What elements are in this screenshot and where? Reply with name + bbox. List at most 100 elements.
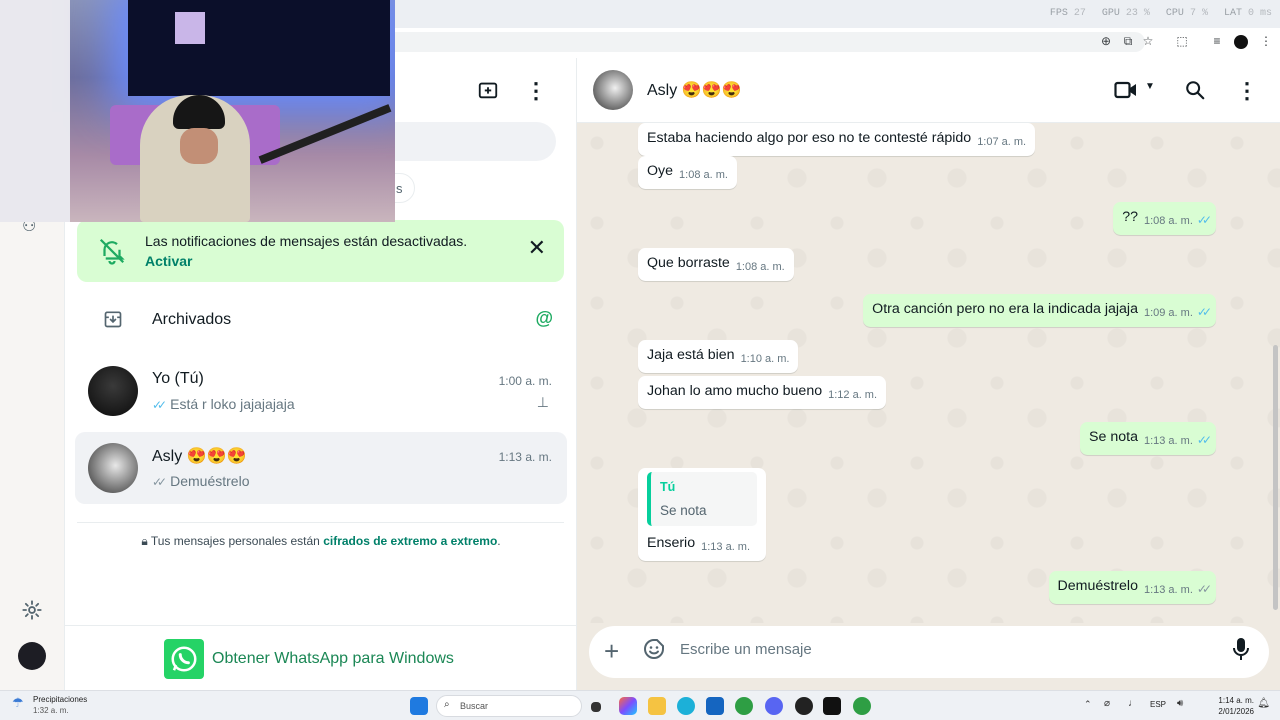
weather-widget[interactable]: ☂ Precipitaciones 1:32 a. m. <box>12 694 87 716</box>
close-icon[interactable]: ✕ <box>528 235 546 261</box>
message-time: 1:08 a. m. <box>1143 215 1193 227</box>
message-incoming[interactable]: Estaba haciendo algo por eso no te conte… <box>638 123 1036 156</box>
tiktok-icon[interactable] <box>823 697 841 715</box>
obs-icon[interactable] <box>795 697 813 715</box>
message-incoming[interactable]: Oye 1:08 a. m. <box>638 156 737 189</box>
taskbar-search[interactable]: ⌕ Buscar <box>436 695 582 717</box>
language-indicator[interactable]: ESP <box>1150 700 1166 709</box>
message-incoming-reply[interactable]: Tú Se nota Enserio 1:13 a. m. <box>638 468 766 561</box>
store-icon[interactable] <box>706 697 724 715</box>
reading-list-icon[interactable]: ≡ <box>1209 34 1225 48</box>
mic-tray-icon[interactable]: ♩ <box>1128 698 1138 709</box>
file-explorer-icon[interactable] <box>648 697 666 715</box>
clock[interactable]: 1:14 a. m. 2/01/2026 <box>1218 695 1254 717</box>
message-outgoing[interactable]: ?? 1:08 a. m. ✓✓ <box>1113 202 1216 235</box>
pin-icon: ⊥ <box>536 394 549 410</box>
weather-icon: ☂ <box>12 695 24 710</box>
weather-title: Precipitaciones <box>33 695 88 704</box>
message-outgoing[interactable]: Otra canción pero no era la indicada jaj… <box>863 294 1216 327</box>
read-ticks-icon: ✓✓ <box>1196 213 1212 227</box>
encryption-link[interactable]: cifrados de extremo a extremo <box>323 534 497 548</box>
fps-label: FPS <box>1049 8 1068 19</box>
chat-preview: Demuéstrelo <box>170 473 250 489</box>
chat-preview: Está r loko jajajajaja <box>170 396 295 412</box>
filter-chip-label: s <box>396 181 403 196</box>
new-chat-icon[interactable] <box>476 78 500 102</box>
chat-name: Asly 😍😍😍 <box>152 448 247 465</box>
encryption-text: Tus mensajes personales están <box>150 534 320 548</box>
archived-row[interactable]: Archivados @ <box>75 292 567 348</box>
message-outgoing[interactable]: Demuéstrelo 1:13 a. m. ✓✓ <box>1048 571 1216 604</box>
message-time: 1:13 a. m. <box>1143 584 1193 596</box>
message-text: Oye <box>647 163 674 179</box>
get-app-banner[interactable]: Obtener WhatsApp para Windows <box>65 625 577 690</box>
avatar <box>88 443 138 493</box>
task-view-icon[interactable] <box>591 702 601 712</box>
weather-time: 1:32 a. m. <box>33 706 69 715</box>
performance-overlay: FPS 27 GPU 23 % CPU 7 % LAT 0 ms <box>1050 8 1272 19</box>
copilot-icon[interactable] <box>619 697 637 715</box>
chat-time: 1:13 a. m. <box>498 450 552 464</box>
edge-icon[interactable] <box>677 697 695 715</box>
contact-name[interactable]: Asly 😍😍😍 <box>647 80 741 100</box>
delivered-ticks-icon: ✓✓ <box>1196 582 1212 596</box>
chrome-icon[interactable] <box>735 697 753 715</box>
attach-icon[interactable]: + <box>604 636 619 667</box>
message-text: Johan lo amo mucho bueno <box>647 383 823 399</box>
chat-row-selected[interactable]: Asly 😍😍😍 1:13 a. m. ✓✓ Demuéstrelo <box>75 432 567 504</box>
message-time: 1:13 a. m. <box>1143 435 1193 447</box>
network-off-icon[interactable]: ⌀ <box>1104 698 1110 709</box>
chat-row[interactable]: Yo (Tú) 1:00 a. m. ✓✓ Está r loko jajajaj… <box>75 358 567 422</box>
message-time: 1:08 a. m. <box>735 261 785 273</box>
extensions-icon[interactable]: ⬚ <box>1174 34 1190 48</box>
message-list: Estaba haciendo algo por eso no te conte… <box>577 123 1280 623</box>
quoted-message[interactable]: Tú Se nota <box>647 472 757 526</box>
menu-icon[interactable]: ⋮ <box>1236 78 1258 104</box>
whatsapp-logo-icon <box>164 639 204 679</box>
browser-menu-icon[interactable]: ⋮ <box>1258 34 1274 48</box>
avatar[interactable] <box>18 642 46 670</box>
webcam-tv <box>128 0 390 96</box>
message-incoming[interactable]: Que borraste 1:08 a. m. <box>638 248 794 281</box>
chrome-profile-icon[interactable] <box>853 697 871 715</box>
message-input[interactable] <box>680 636 1200 662</box>
search-icon: ⌕ <box>444 699 450 710</box>
profile-avatar[interactable] <box>1234 35 1248 49</box>
lock-icon: 🔒︎ <box>141 534 148 548</box>
chat-header[interactable]: Asly 😍😍😍 ▼ ⋮ <box>577 58 1280 123</box>
message-time: 1:07 a. m. <box>977 136 1027 148</box>
enable-notifications-link[interactable]: Activar <box>145 253 192 269</box>
message-text: Estaba haciendo algo por eso no te conte… <box>647 130 972 146</box>
message-text: Jaja está bien <box>647 347 735 363</box>
divider <box>77 522 564 523</box>
windows-start-icon[interactable] <box>410 697 428 715</box>
emoji-icon[interactable] <box>642 637 666 661</box>
zoom-icon[interactable]: ⊕ <box>1098 34 1114 48</box>
chevron-up-icon[interactable]: ⌃ <box>1084 699 1092 710</box>
message-text: Otra canción pero no era la indicada jaj… <box>872 301 1138 317</box>
avatar <box>88 366 138 416</box>
search-icon[interactable] <box>1183 78 1207 102</box>
encryption-suffix: . <box>497 534 501 548</box>
webcam-overlay <box>0 0 395 222</box>
scrollbar[interactable] <box>1273 345 1278 610</box>
notification-bell-icon[interactable]: 🔔︎ <box>1257 698 1270 709</box>
message-incoming[interactable]: Jaja está bien 1:10 a. m. <box>638 340 799 373</box>
gear-icon[interactable] <box>20 598 44 622</box>
get-app-link[interactable]: Obtener WhatsApp para Windows <box>212 650 454 668</box>
menu-icon[interactable]: ⋮ <box>525 78 547 104</box>
message-incoming[interactable]: Johan lo amo mucho bueno 1:12 a. m. <box>638 376 887 409</box>
video-call-icon[interactable] <box>1113 77 1139 103</box>
discord-icon[interactable] <box>765 697 783 715</box>
bookmark-star-icon[interactable]: ☆ <box>1140 34 1156 48</box>
mic-icon[interactable] <box>1230 637 1252 661</box>
message-time: 1:12 a. m. <box>828 389 878 401</box>
chevron-down-icon[interactable]: ▼ <box>1145 81 1155 92</box>
install-icon[interactable]: ⧉ <box>1120 34 1136 49</box>
taskbar: ☂ Precipitaciones 1:32 a. m. ⌕ Buscar ⌃ … <box>0 690 1280 720</box>
avatar[interactable] <box>593 70 633 110</box>
volume-icon[interactable]: 🔊︎ <box>1177 698 1183 709</box>
message-outgoing[interactable]: Se nota 1:13 a. m. ✓✓ <box>1080 422 1216 455</box>
omnibox[interactable] <box>395 32 1145 52</box>
message-time: 1:13 a. m. <box>701 541 751 553</box>
